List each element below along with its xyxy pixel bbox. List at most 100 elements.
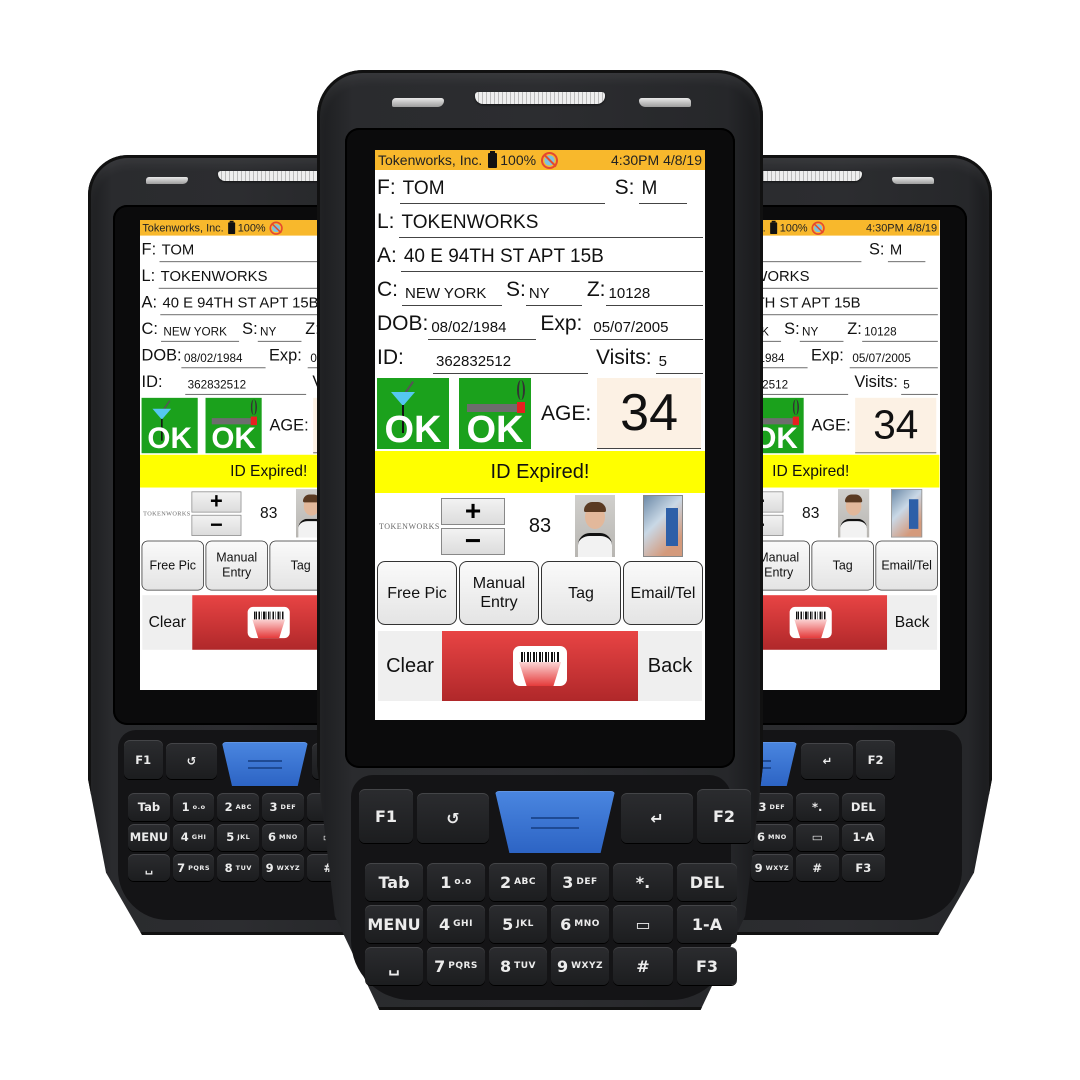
tag-button[interactable]: Tag [269,540,320,591]
license-photo[interactable] [643,495,683,557]
key-scan-trigger[interactable] [221,741,309,787]
email-tel-button[interactable]: Email/Tel [623,561,703,625]
id-field[interactable]: 362832512 [185,373,307,395]
key-2[interactable]: 2ABC [489,863,547,901]
portrait-photo[interactable] [575,495,615,557]
key-6[interactable]: 6 MNO [262,823,304,851]
key-del[interactable]: DEL [677,863,737,901]
increment-button[interactable]: + [760,490,784,513]
visits-field[interactable]: 5 [900,373,938,395]
key-1a[interactable]: 1-A [677,905,737,943]
portrait-photo[interactable] [838,489,870,538]
key-4[interactable]: 4GHI [172,823,215,851]
key-9[interactable]: 9 WXYZ [262,853,304,882]
exp-field[interactable]: 05/07/2005 [849,346,938,369]
key-6[interactable]: 6 MNO [551,905,609,943]
first-name-field[interactable]: TOM [760,240,862,263]
scan-button[interactable] [192,595,320,650]
manual-entry-button[interactable]: Manual Entry [459,561,539,625]
scan-button[interactable] [442,631,638,701]
sex-field[interactable]: M [887,240,925,263]
key-8[interactable]: 8TUV [489,947,547,985]
free-pic-button[interactable]: Free Pic [377,561,457,625]
last-name-field[interactable]: TOKENWORKS [158,267,320,289]
key-4[interactable]: 4GHI [427,905,485,943]
key-star[interactable]: *. [795,793,839,821]
key-2[interactable]: 2ABC [217,793,260,821]
decrement-button[interactable]: − [760,513,784,536]
key-7[interactable]: 7PQRS [172,853,215,882]
scan-button[interactable] [760,595,888,650]
dob-field[interactable]: 08/02/1984 [760,346,808,369]
last-name-field[interactable]: TOKENWORKS [760,267,938,289]
key-f1[interactable]: F1 [123,740,163,779]
free-pic-button[interactable]: Free Pic [141,540,204,591]
state-field[interactable]: NY [525,278,582,306]
key-1[interactable]: 1o.o [427,863,485,901]
dob-field[interactable]: 08/02/1984 [181,346,266,369]
id-field[interactable]: 362832512 [433,346,588,374]
key-1a[interactable]: 1-A [841,823,885,851]
license-photo[interactable] [891,489,923,538]
city-field[interactable]: NEW YORK [402,278,502,306]
key-f2[interactable]: F2 [856,740,895,779]
manual-entry-button[interactable]: Manual Entry [205,540,268,591]
key-8[interactable]: 8TUV [217,853,260,882]
key-1[interactable]: 1o.o [172,793,215,821]
key-5[interactable]: 5JKL [489,905,547,943]
key-tab[interactable]: Tab [365,863,423,901]
key-f2[interactable]: F2 [697,789,751,843]
city-field[interactable]: NEW YORK [161,320,240,342]
key-enter[interactable]: ↵ [621,793,693,843]
key-zero-space[interactable]: ▭ [795,823,839,851]
email-tel-button[interactable]: Email/Tel [875,540,938,591]
clear-button[interactable]: Clear [378,631,442,701]
decrement-button[interactable]: − [191,513,242,536]
increment-button[interactable]: + [191,490,242,513]
id-field[interactable]: 362832512 [760,373,849,395]
key-del[interactable]: DEL [841,793,885,821]
zip-field[interactable]: 10128 [605,278,703,306]
key-star[interactable]: *. [613,863,673,901]
dob-field[interactable]: 08/02/1984 [428,312,537,340]
first-name-field[interactable]: TOM [399,176,605,204]
city-field[interactable]: NEW YORK [760,320,782,342]
key-3[interactable]: 3 DEF [551,863,609,901]
address-field[interactable]: 40 E 94TH ST APT 15B [760,293,938,316]
exp-field[interactable]: 05/07/2005 [590,312,703,340]
zip-field[interactable]: 10128 [861,320,938,342]
tag-button[interactable]: Tag [811,540,874,591]
key-menu[interactable]: MENU [128,823,170,851]
key-9[interactable]: 9 WXYZ [551,947,609,985]
key-7[interactable]: 7PQRS [427,947,485,985]
key-5[interactable]: 5JKL [217,823,260,851]
manual-entry-button[interactable]: Manual Entry [760,540,810,591]
key-f3[interactable]: F3 [677,947,737,985]
key-f3[interactable]: F3 [841,853,885,882]
last-name-field[interactable]: TOKENWORKS [398,210,703,238]
key-space[interactable]: ␣ [128,853,170,882]
key-tab[interactable]: Tab [128,793,170,821]
decrement-button[interactable]: − [441,526,505,555]
back-button[interactable]: Back [887,595,938,650]
address-field[interactable]: 40 E 94TH ST APT 15B [400,244,703,272]
address-field[interactable]: 40 E 94TH ST APT 15B [160,293,320,316]
key-hash[interactable]: # [795,853,839,882]
key-hash[interactable]: # [613,947,673,985]
key-enter[interactable]: ↵ [801,742,854,779]
key-zero-space[interactable]: ▭ [613,905,673,943]
visits-field[interactable]: 5 [655,346,703,374]
state-field[interactable]: NY [799,320,844,342]
key-f1[interactable]: F1 [359,789,413,843]
key-scan-trigger[interactable] [495,791,615,853]
clear-button[interactable]: Clear [142,595,193,650]
key-3[interactable]: 3 DEF [262,793,304,821]
key-back[interactable]: ↺ [417,793,489,843]
tag-button[interactable]: Tag [541,561,621,625]
increment-button[interactable]: + [441,496,505,525]
back-button[interactable]: Back [638,631,702,701]
key-menu[interactable]: MENU [365,905,423,943]
state-field[interactable]: NY [257,320,302,342]
key-space[interactable]: ␣ [365,947,423,985]
key-back[interactable]: ↺ [165,742,218,779]
